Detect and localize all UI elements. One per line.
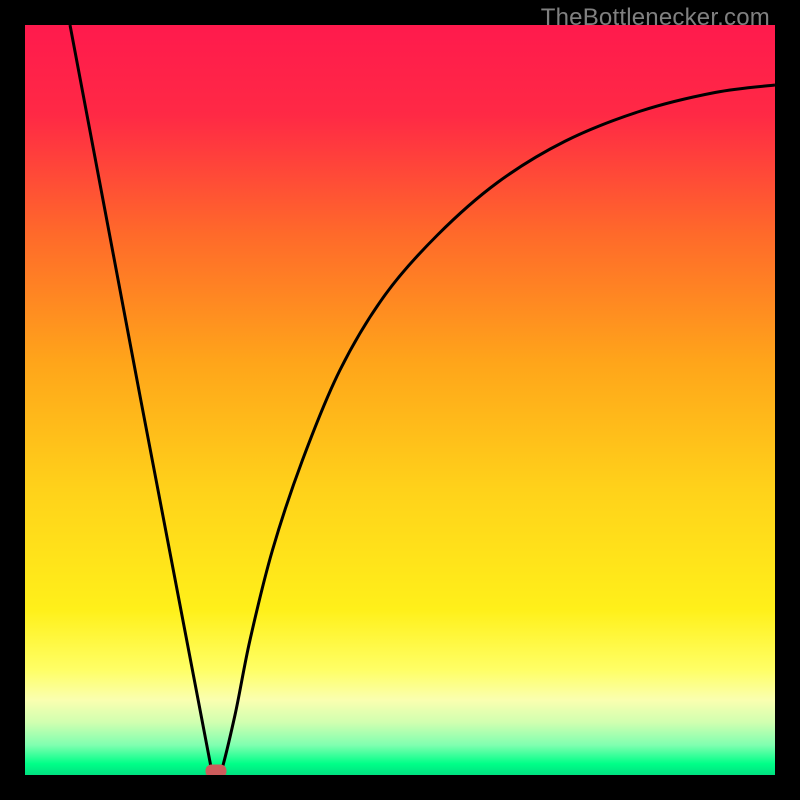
plot-area [25, 25, 775, 775]
chart-background [25, 25, 775, 775]
chart-frame: TheBottlenecker.com [0, 0, 800, 800]
optimal-marker [206, 765, 227, 775]
chart-svg [25, 25, 775, 775]
watermark-text: TheBottlenecker.com [541, 4, 770, 32]
